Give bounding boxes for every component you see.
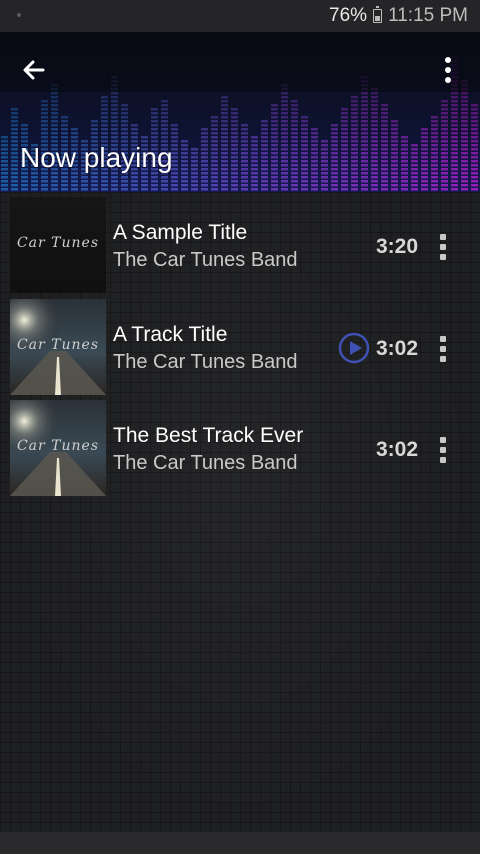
more-vert-icon	[440, 437, 446, 463]
arrow-left-icon	[23, 60, 45, 80]
album-art-image: Car Tunes	[10, 299, 106, 395]
notification-dot-icon	[17, 13, 21, 17]
track-row[interactable]: Car Tunes A Track Title The Car Tunes Ba…	[10, 299, 470, 395]
track-row[interactable]: Car Tunes The Best Track Ever The Car Tu…	[10, 400, 470, 496]
album-art-image: Car Tunes	[10, 400, 106, 496]
more-vert-icon	[445, 57, 451, 83]
track-artist: The Car Tunes Band	[113, 351, 298, 373]
track-duration: 3:02	[375, 438, 418, 461]
track-artist: The Car Tunes Band	[113, 249, 298, 271]
album-art-text: Car Tunes	[16, 235, 100, 251]
track-menu-button[interactable]	[438, 233, 448, 261]
more-vert-icon	[440, 234, 446, 260]
navigation-bar	[0, 832, 480, 854]
battery-icon	[373, 6, 383, 23]
track-menu-button[interactable]	[438, 436, 448, 464]
track-menu-button[interactable]	[438, 335, 448, 363]
album-art-text: Car Tunes	[16, 337, 100, 353]
now-playing-icon	[338, 332, 370, 364]
status-right: 76% 11:15 PM	[329, 5, 468, 27]
track-duration: 3:02	[375, 337, 418, 360]
track-title: A Track Title	[113, 323, 228, 346]
page-title: Now playing	[20, 142, 173, 173]
battery-percentage: 76%	[329, 5, 368, 26]
track-title: The Best Track Ever	[113, 424, 304, 447]
album-art-text: Car Tunes	[16, 438, 100, 454]
overflow-menu-button[interactable]	[442, 54, 454, 86]
clock: 11:15 PM	[388, 5, 468, 26]
app-header: Now playing	[0, 32, 480, 192]
back-button[interactable]	[18, 54, 50, 86]
track-row[interactable]: Car Tunes A Sample Title The Car Tunes B…	[10, 197, 470, 293]
more-vert-icon	[440, 336, 446, 362]
track-artist: The Car Tunes Band	[113, 452, 298, 474]
album-art-image: Car Tunes	[10, 197, 106, 293]
status-bar: 76% 11:15 PM	[0, 0, 480, 32]
track-title: A Sample Title	[113, 221, 248, 244]
track-duration: 3:20	[375, 235, 418, 258]
